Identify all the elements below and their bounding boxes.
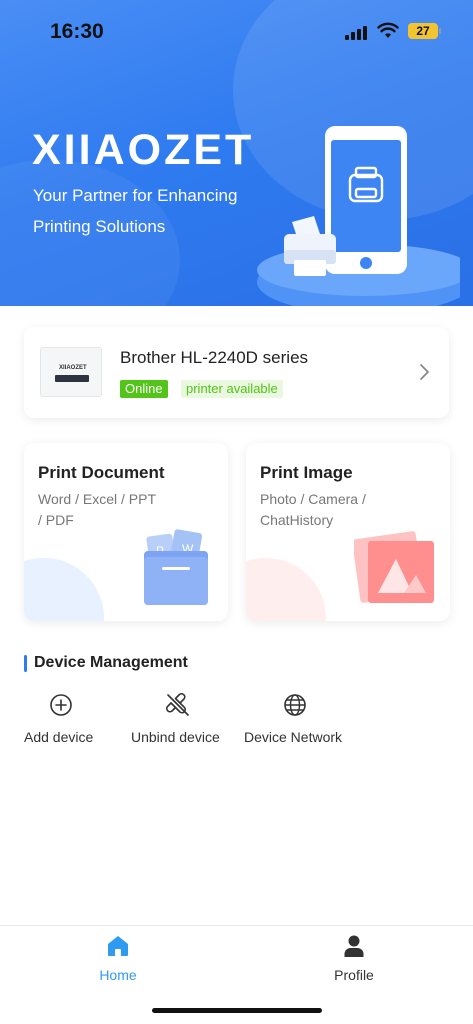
device-network-button[interactable]: Device Network xyxy=(244,692,346,752)
hero-tagline-line2: Printing Solutions xyxy=(33,217,166,236)
tile-title: Print Image xyxy=(260,463,353,482)
action-label: Unbind device xyxy=(131,729,220,745)
hero-banner: 16:30 27 XIIAOZET Your Partner for Enhan… xyxy=(0,0,473,306)
phone-printer-illustration xyxy=(257,126,460,306)
thumbnail-logo: XIIAOZET xyxy=(59,365,87,371)
image-photo-icon xyxy=(354,531,434,603)
print-image-tile[interactable]: Print Image Photo / Camera / ChatHistory xyxy=(246,443,450,621)
hero-tagline-line1: Your Partner for Enhancing xyxy=(33,186,238,205)
tab-profile[interactable]: Profile xyxy=(294,926,414,996)
action-label: Add device xyxy=(24,729,94,745)
wifi-icon xyxy=(377,22,399,38)
print-document-tile[interactable]: Print Document Word / Excel / PPT / PDF … xyxy=(24,443,228,621)
tile-subtitle: Word / Excel / PPT xyxy=(38,491,156,507)
cellular-signal-icon xyxy=(345,26,369,40)
plus-circle-icon xyxy=(50,694,72,716)
unbind-device-button[interactable]: Unbind device xyxy=(131,692,225,752)
status-badge: Online xyxy=(120,380,168,398)
home-icon xyxy=(108,936,128,956)
tab-label: Profile xyxy=(334,967,374,983)
battery-icon: 27 xyxy=(408,23,441,39)
action-label: Device Network xyxy=(244,729,343,745)
printer-card[interactable]: XIIAOZET Brother HL-2240D series Online … xyxy=(24,327,449,418)
availability-badge: printer available xyxy=(181,380,283,398)
person-icon xyxy=(344,935,364,957)
tile-decoration xyxy=(246,558,326,621)
tab-label: Home xyxy=(99,967,137,983)
tile-subtitle: Photo / Camera / xyxy=(260,491,366,507)
tab-home[interactable]: Home xyxy=(58,926,178,996)
add-device-button[interactable]: Add device xyxy=(24,692,98,752)
chevron-right-icon[interactable] xyxy=(414,362,434,382)
battery-level: 27 xyxy=(416,24,430,38)
tile-subtitle: ChatHistory xyxy=(260,512,334,528)
home-indicator xyxy=(152,1008,322,1013)
brand-title: XIIAOZET xyxy=(32,126,255,174)
tile-subtitle: / PDF xyxy=(38,512,74,528)
tile-title: Print Document xyxy=(38,463,165,482)
printer-thumbnail: XIIAOZET xyxy=(40,347,102,397)
tile-decoration xyxy=(24,558,104,621)
unlink-icon xyxy=(166,693,189,716)
globe-icon xyxy=(284,694,306,716)
section-title: Device Management xyxy=(34,654,188,671)
status-time: 16:30 xyxy=(50,20,104,43)
document-folder-icon: P W xyxy=(144,529,208,605)
section-accent-bar xyxy=(24,655,27,672)
status-bar: 16:30 27 xyxy=(0,0,473,64)
printer-name: Brother HL-2240D series xyxy=(120,348,309,367)
thumbnail-panel xyxy=(55,375,89,382)
